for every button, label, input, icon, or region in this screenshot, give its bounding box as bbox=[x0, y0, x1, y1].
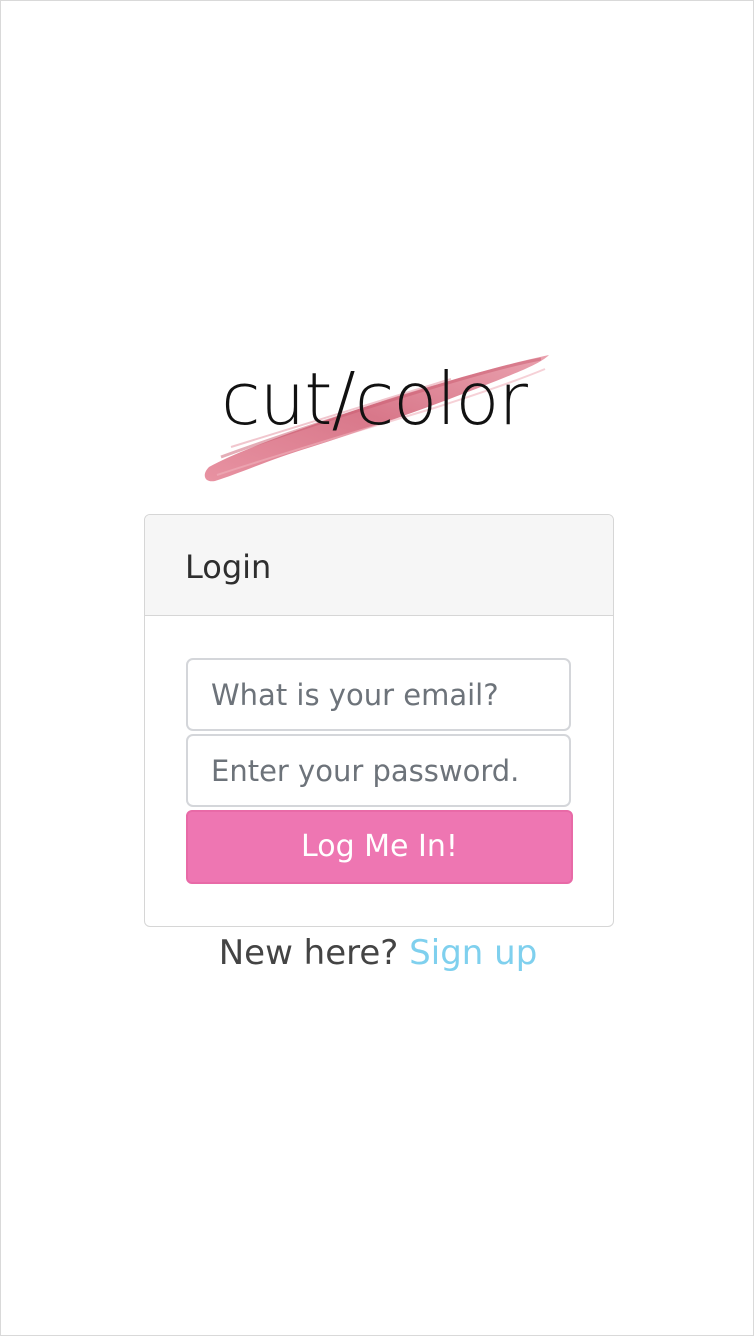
login-card: Login Log Me In! bbox=[144, 514, 614, 927]
login-card-header: Login bbox=[145, 515, 613, 616]
signup-prompt: New here? Sign up bbox=[1, 933, 754, 973]
logo-wordmark: cut/color bbox=[221, 357, 528, 441]
log-me-in-button[interactable]: Log Me In! bbox=[186, 810, 573, 884]
signup-prompt-text: New here? bbox=[218, 933, 399, 973]
sign-up-link[interactable]: Sign up bbox=[409, 933, 537, 973]
cut-color-logo: cut/color bbox=[201, 349, 561, 489]
page-frame: cut/color Login Log Me In! New here? Sig… bbox=[0, 0, 754, 1336]
email-input[interactable] bbox=[186, 658, 571, 731]
password-input[interactable] bbox=[186, 734, 571, 807]
login-title: Login bbox=[185, 548, 272, 586]
